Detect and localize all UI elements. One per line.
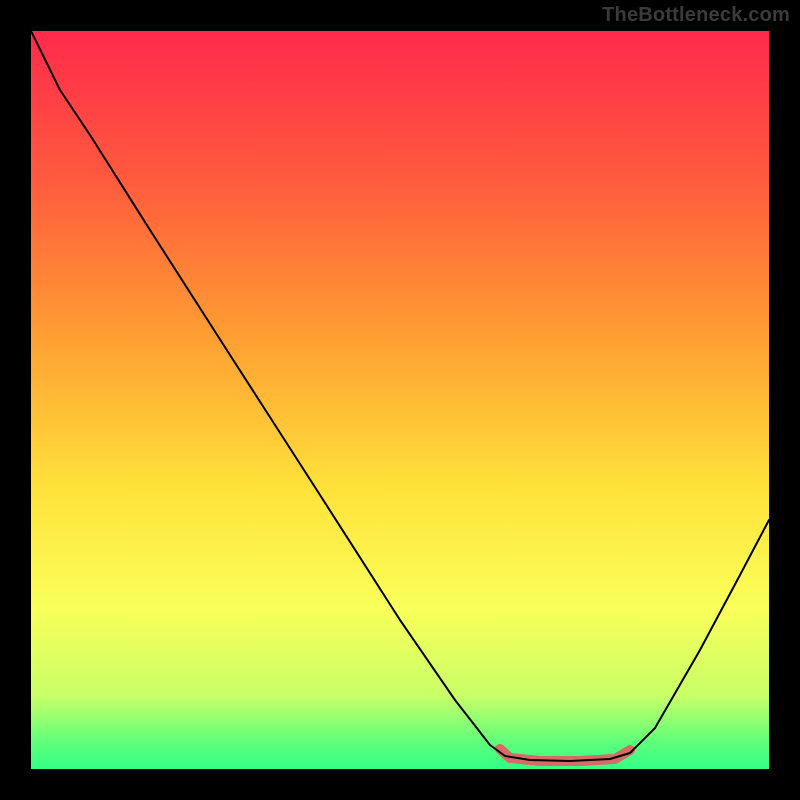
plot-background — [31, 31, 769, 769]
bottleneck-curve-chart — [0, 0, 800, 800]
chart-container: TheBottleneck.com — [0, 0, 800, 800]
watermark-text: TheBottleneck.com — [602, 4, 790, 27]
